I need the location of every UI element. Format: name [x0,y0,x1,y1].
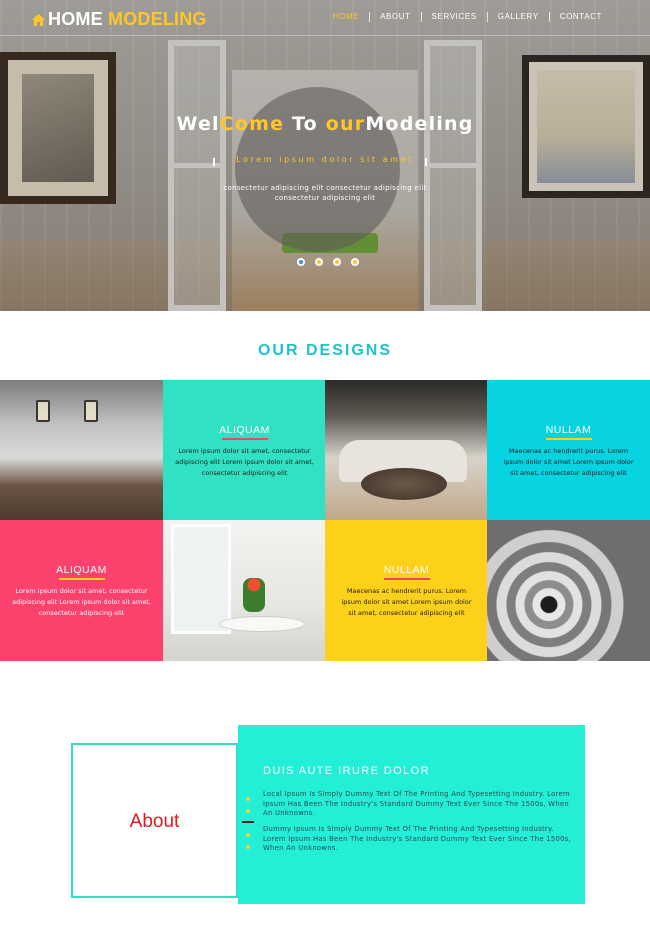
bullet-dash [242,821,254,823]
design-image-staircase[interactable] [487,520,650,661]
design-image-kitchen[interactable] [0,380,163,521]
logo-text-modeling: MODELING [108,9,207,29]
slider-dot-3[interactable] [333,258,341,266]
top-navigation: HOME MODELING HOME ABOUT SERVICES GALLER… [0,0,650,36]
design-card-aliquam[interactable]: ALIQUAM Lorem ipsum dolor sit amet, cons… [163,380,326,521]
hero-banner: HOME MODELING HOME ABOUT SERVICES GALLER… [0,0,650,311]
bullet-dot [246,797,250,801]
design-card-nullam[interactable]: NULLAM Maecenas ac hendrerit purus. Lore… [487,380,650,521]
main-nav: HOME ABOUT SERVICES GALLERY CONTACT [323,12,612,22]
hero-sub-divider-right [425,158,427,166]
nav-contact[interactable]: CONTACT [548,12,612,22]
nav-gallery[interactable]: GALLERY [486,12,549,22]
title-underline [383,578,430,580]
design-card-title: NULLAM [383,564,430,576]
flowers [243,578,265,612]
coffee-table [361,468,447,500]
design-card-text: Lorem ipsum dolor sit amet, consectetur … [175,447,314,477]
hero-text: consectetur adipiscing elit consectetur … [223,184,427,202]
about-box: About [71,743,238,898]
bullet-dot [246,833,250,837]
design-image-living-room[interactable] [325,380,488,521]
slider-dot-2[interactable] [315,258,323,266]
hero-title: WelCome To ourModeling [0,113,650,135]
slider-dots [297,258,369,266]
title-underline [58,578,105,580]
design-card-title: ALIQUAM [219,424,270,436]
title-underline [221,438,268,440]
pendant-lamp [84,400,98,422]
hero-title-part: To [284,113,326,135]
title-underline [545,438,592,440]
bullet-dot [246,809,250,813]
nav-home[interactable]: HOME [323,12,369,22]
design-card-text: Lorem ipsum dolor sit amet, consectetur … [12,587,151,617]
about-panel: DUIS AUTE IRURE DOLOR Local Ipsum Is Sim… [238,725,585,904]
about-heading: DUIS AUTE IRURE DOLOR [263,765,430,777]
slider-dot-4[interactable] [351,258,359,266]
site-logo[interactable]: HOME MODELING [32,9,207,31]
dining-table [219,616,305,632]
hero-circle [235,87,400,252]
about-paragraph-2: Dummy Ipsum Is Simply Dummy Text Of The … [263,825,572,853]
design-card-title: ALIQUAM [56,564,107,576]
hero-title-part: our [325,113,366,135]
about-title: About [129,811,180,832]
design-card-text: Maecenas ac hendrerit purus. Lorem ipsum… [341,587,472,617]
design-card-title: NULLAM [545,424,592,436]
hero-title-part: Come [219,113,285,135]
section-title-designs: OUR DESIGNS [257,342,392,359]
nav-services[interactable]: SERVICES [420,12,487,22]
nav-about[interactable]: ABOUT [369,12,421,22]
design-image-dining[interactable] [163,520,326,661]
logo-text-home: HOME [48,9,103,29]
slider-dot-1[interactable] [297,258,305,266]
bullet-dot [246,845,250,849]
hero-title-part: Modeling [365,113,474,135]
design-card-aliquam-2[interactable]: ALIQUAM Lorem ipsum dolor sit amet, cons… [0,520,163,661]
designs-grid: ALIQUAM Lorem ipsum dolor sit amet, cons… [0,380,650,661]
hero-title-part: Wel [176,113,220,135]
window [171,524,231,634]
home-icon [32,10,45,31]
design-card-text: Maecenas ac hendrerit purus. Lorem ipsum… [503,447,634,477]
pendant-lamp [36,400,50,422]
hero-subtitle: Lorem ipsum dolor sit amet [236,155,414,164]
design-card-nullam-2[interactable]: NULLAM Maecenas ac hendrerit purus. Lore… [325,520,488,661]
about-paragraph-1: Local Ipsum Is Simply Dummy Text Of The … [263,790,570,818]
